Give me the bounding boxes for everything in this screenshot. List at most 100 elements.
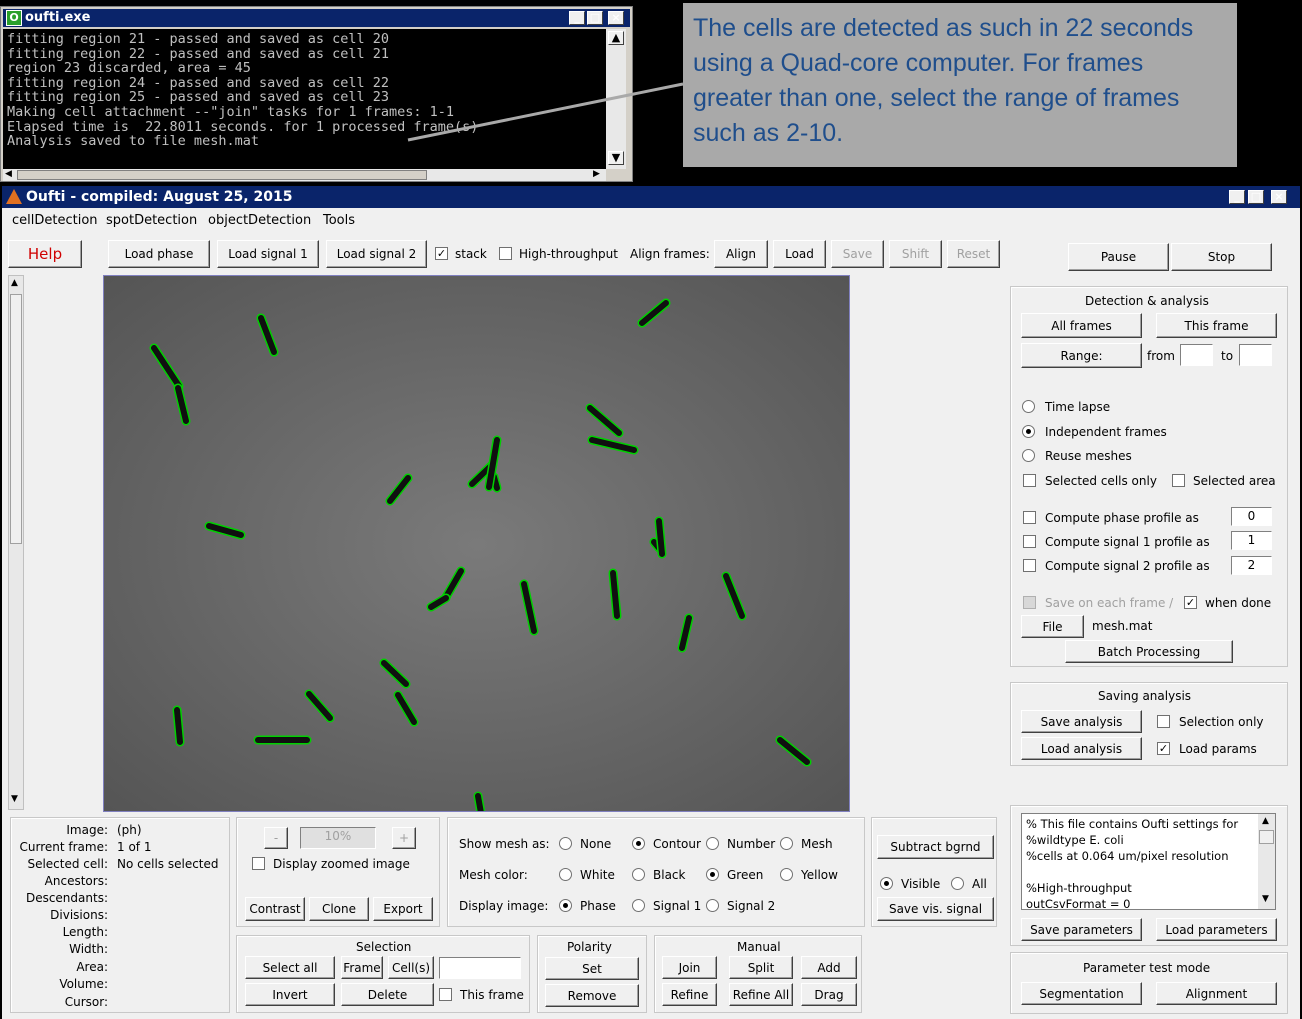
mesh-number-radio[interactable]	[706, 837, 719, 850]
range-from-input[interactable]	[1180, 344, 1213, 366]
load-align-button[interactable]: Load	[773, 240, 826, 268]
cells-input[interactable]	[439, 957, 521, 979]
independent-frames-radio[interactable]	[1022, 425, 1035, 438]
load-signal2-button[interactable]: Load signal 2	[326, 240, 427, 268]
this-frame-button[interactable]: This frame	[1156, 313, 1277, 338]
all-radio[interactable]	[951, 877, 964, 890]
range-to-input[interactable]	[1239, 344, 1272, 366]
reset-button[interactable]: Reset	[947, 240, 1000, 268]
all-frames-button[interactable]: All frames	[1021, 313, 1142, 338]
invert-button[interactable]: Invert	[245, 983, 335, 1006]
params-textarea[interactable]: % This file contains Oufti settings for …	[1021, 813, 1276, 910]
scroll-up-icon[interactable]: ▲	[1262, 816, 1269, 826]
scroll-up-icon[interactable]: ▲	[11, 278, 18, 288]
image-signal1-radio[interactable]	[632, 899, 645, 912]
scroll-down-icon[interactable]: ▼	[11, 794, 18, 804]
contrast-button[interactable]: Contrast	[245, 897, 305, 921]
add-button[interactable]: Add	[801, 956, 857, 979]
reuse-meshes-radio[interactable]	[1022, 449, 1035, 462]
export-button[interactable]: Export	[373, 897, 433, 921]
drag-button[interactable]: Drag	[801, 983, 857, 1006]
image-phase-radio[interactable]	[559, 899, 572, 912]
time-lapse-radio[interactable]	[1022, 400, 1035, 413]
batch-processing-button[interactable]: Batch Processing	[1065, 640, 1233, 663]
load-params-checkbox[interactable]: ✓	[1157, 742, 1170, 755]
mesh-mesh-radio[interactable]	[780, 837, 793, 850]
params-scrollbar[interactable]: ▲ ▼	[1258, 814, 1275, 909]
save-analysis-button[interactable]: Save analysis	[1021, 710, 1142, 733]
signal2-profile-checkbox[interactable]	[1023, 559, 1036, 572]
selection-only-checkbox[interactable]	[1157, 715, 1170, 728]
save-parameters-button[interactable]: Save parameters	[1021, 918, 1142, 941]
split-button[interactable]: Split	[729, 956, 793, 979]
signal1-profile-checkbox[interactable]	[1023, 535, 1036, 548]
close-icon[interactable]: ×	[1271, 190, 1287, 204]
align-button[interactable]: Align	[714, 240, 768, 268]
selected-area-checkbox[interactable]	[1172, 474, 1185, 487]
load-parameters-button[interactable]: Load parameters	[1156, 918, 1277, 941]
join-button[interactable]: Join	[662, 956, 717, 979]
color-white-radio[interactable]	[559, 868, 572, 881]
select-all-button[interactable]: Select all	[245, 956, 335, 979]
display-zoomed-checkbox[interactable]	[252, 857, 265, 870]
stack-checkbox[interactable]: ✓	[435, 247, 448, 260]
maximize-icon[interactable]: □	[1248, 190, 1264, 204]
signal1-profile-input[interactable]: 1	[1231, 531, 1272, 550]
visible-radio[interactable]	[880, 877, 893, 890]
main-titlebar[interactable]: Oufti - compiled: August 25, 2015 _ □ ×	[2, 186, 1300, 208]
zoom-out-button[interactable]: -	[264, 827, 288, 849]
frame-button[interactable]: Frame	[341, 956, 383, 979]
image-vscrollbar[interactable]: ▲ ▼	[8, 275, 24, 810]
mesh-contour-radio[interactable]	[632, 837, 645, 850]
image-signal2-radio[interactable]	[706, 899, 719, 912]
volume-label: Volume:	[59, 977, 108, 991]
selected-cells-checkbox[interactable]	[1023, 474, 1036, 487]
cells-button[interactable]: Cell(s)	[388, 956, 434, 979]
menu-celldetection[interactable]: cellDetection	[12, 213, 98, 228]
menu-spotdetection[interactable]: spotDetection	[106, 213, 197, 228]
when-done-checkbox[interactable]: ✓	[1184, 596, 1197, 609]
help-button[interactable]: Help	[8, 240, 82, 268]
shift-button[interactable]: Shift	[889, 240, 942, 268]
scroll-down-icon[interactable]: ▼	[1262, 894, 1269, 904]
segmentation-button[interactable]: Segmentation	[1021, 982, 1142, 1005]
stop-button[interactable]: Stop	[1171, 243, 1272, 271]
minimize-icon[interactable]: _	[1229, 190, 1245, 204]
subtract-bgrnd-button[interactable]: Subtract bgrnd	[877, 835, 994, 859]
scroll-thumb[interactable]	[1259, 830, 1274, 844]
zoom-value[interactable]: 10%	[300, 827, 376, 849]
save-each-frame-checkbox[interactable]	[1023, 596, 1036, 609]
signal2-profile-input[interactable]: 2	[1231, 556, 1272, 575]
delete-button[interactable]: Delete	[341, 983, 434, 1006]
menu-tools[interactable]: Tools	[323, 213, 355, 228]
clone-button[interactable]: Clone	[309, 897, 369, 921]
color-yellow-radio[interactable]	[780, 868, 793, 881]
scroll-thumb[interactable]	[10, 294, 22, 544]
polarity-set-button[interactable]: Set	[545, 957, 639, 980]
phase-profile-checkbox[interactable]	[1023, 511, 1036, 524]
load-phase-button[interactable]: Load phase	[108, 240, 210, 268]
color-green-radio[interactable]	[706, 868, 719, 881]
high-throughput-checkbox[interactable]	[499, 247, 512, 260]
cell-body	[174, 707, 183, 745]
microscopy-image[interactable]	[103, 275, 850, 812]
ancestors-label: Ancestors:	[44, 874, 108, 888]
zoom-in-button[interactable]: +	[392, 827, 416, 849]
range-button[interactable]: Range:	[1021, 343, 1142, 368]
refine-button[interactable]: Refine	[662, 983, 717, 1006]
menu-objectdetection[interactable]: objectDetection	[208, 213, 311, 228]
phase-profile-input[interactable]: 0	[1231, 507, 1272, 526]
save-vis-signal-button[interactable]: Save vis. signal	[877, 897, 994, 921]
load-analysis-button[interactable]: Load analysis	[1021, 737, 1142, 760]
mesh-none-radio[interactable]	[559, 837, 572, 850]
polarity-remove-button[interactable]: Remove	[545, 984, 639, 1007]
alignment-button[interactable]: Alignment	[1156, 982, 1277, 1005]
save-align-button[interactable]: Save	[831, 240, 884, 268]
pause-button[interactable]: Pause	[1068, 243, 1169, 271]
color-black-radio[interactable]	[632, 868, 645, 881]
callout-pointer	[407, 82, 684, 142]
this-frame-checkbox[interactable]	[439, 988, 452, 1001]
load-signal1-button[interactable]: Load signal 1	[217, 240, 319, 268]
file-button[interactable]: File	[1021, 615, 1084, 638]
refine-all-button[interactable]: Refine All	[729, 983, 793, 1006]
